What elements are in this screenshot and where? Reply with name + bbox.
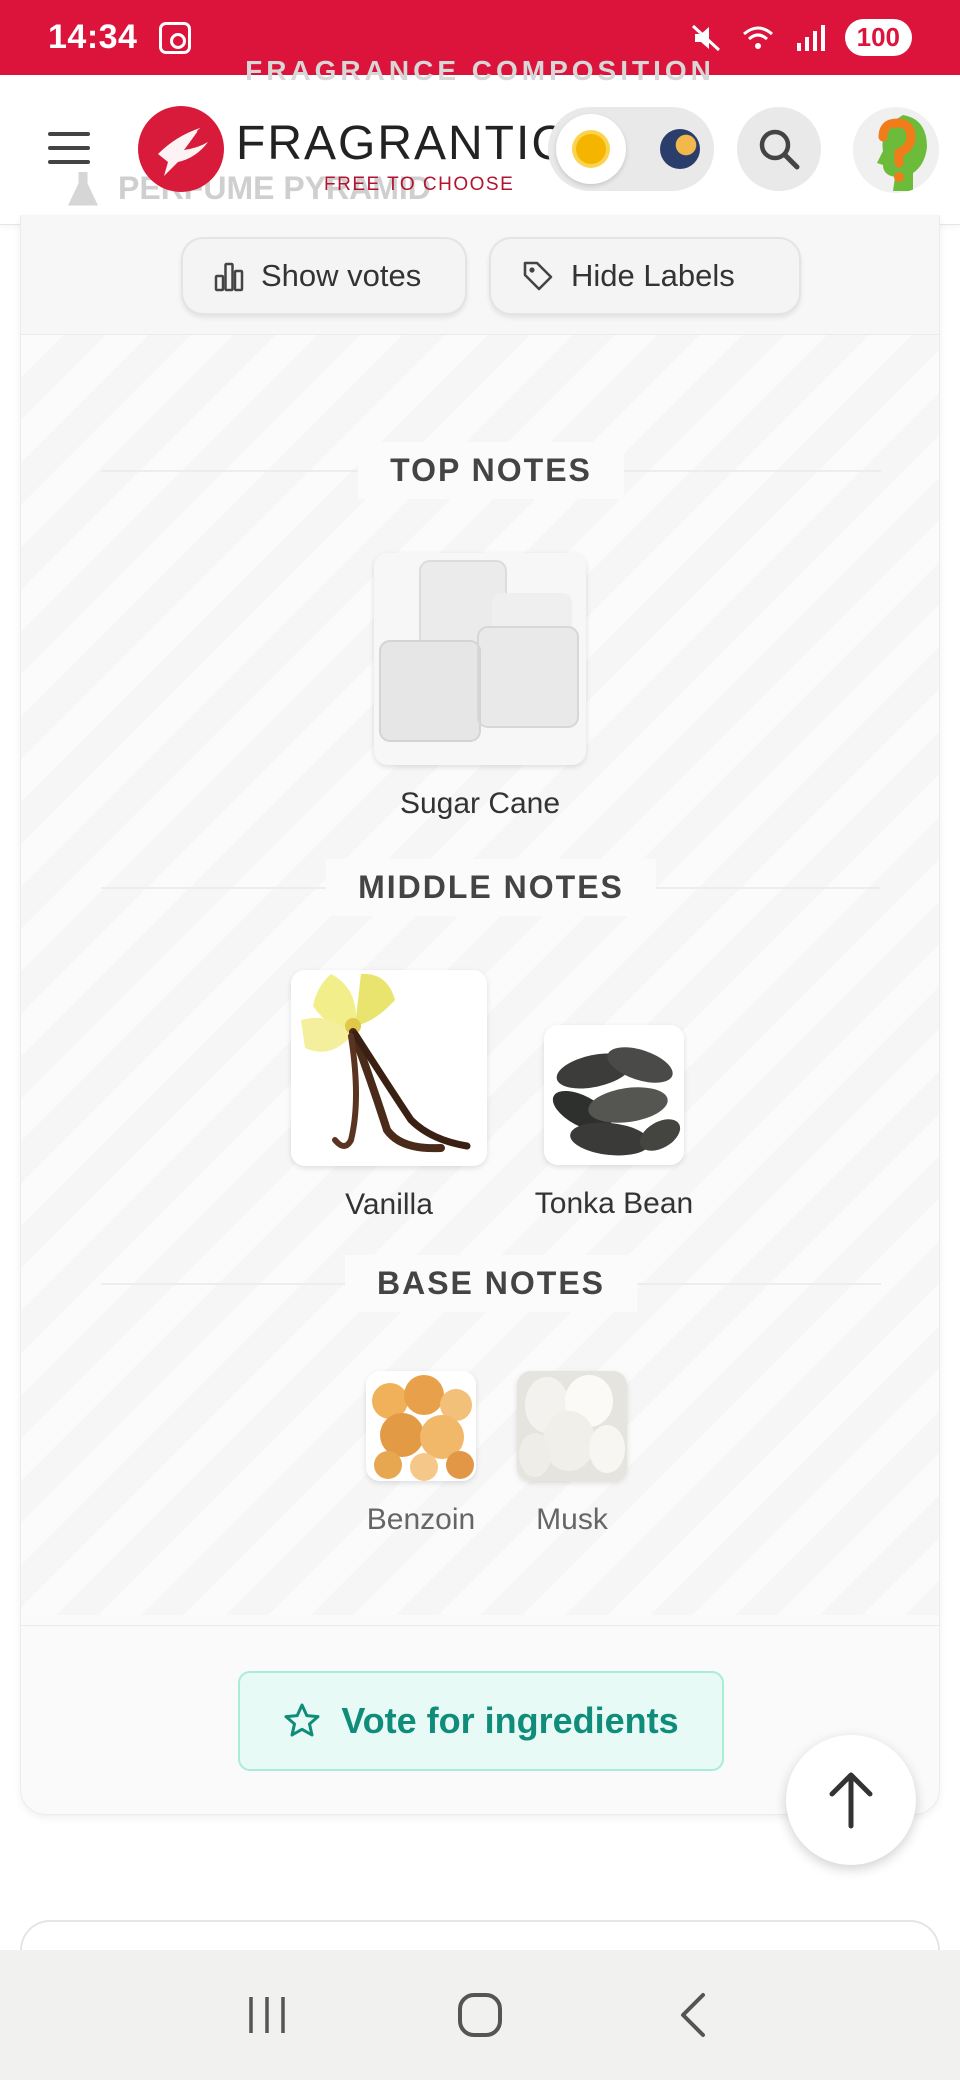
top-notes-heading: TOP NOTES bbox=[101, 440, 881, 500]
bar-chart-icon bbox=[214, 262, 244, 292]
note-label: Sugar Cane bbox=[399, 787, 561, 820]
mute-icon bbox=[691, 24, 720, 51]
status-icons: 100 bbox=[689, 19, 912, 56]
sun-icon bbox=[556, 114, 626, 184]
search-icon bbox=[759, 129, 800, 170]
search-button[interactable] bbox=[737, 107, 821, 191]
note-vanilla[interactable]: Vanilla bbox=[291, 970, 487, 1222]
benzoin-image bbox=[366, 1371, 476, 1481]
hummingbird-logo-icon[interactable] bbox=[138, 106, 224, 192]
musk-image bbox=[517, 1371, 627, 1481]
signal-icon bbox=[796, 24, 825, 51]
middle-notes-title: MIDDLE NOTES bbox=[326, 858, 656, 916]
note-label: Benzoin bbox=[366, 1503, 476, 1536]
top-notes-title: TOP NOTES bbox=[358, 441, 624, 499]
show-votes-button[interactable]: Show votes bbox=[181, 237, 467, 315]
home-icon bbox=[457, 1993, 502, 2037]
note-sugar-cane[interactable]: Sugar Cane bbox=[374, 553, 586, 821]
middle-notes-heading: MIDDLE NOTES bbox=[101, 857, 881, 917]
vote-label: Vote for ingredients bbox=[341, 1700, 679, 1741]
note-label: Musk bbox=[536, 1503, 608, 1536]
flask-icon bbox=[68, 171, 98, 206]
logo-tagline: FREE TO CHOOSE bbox=[324, 174, 515, 195]
base-notes-heading: BASE NOTES bbox=[101, 1253, 881, 1313]
screenshot-icon bbox=[159, 21, 192, 54]
show-votes-label: Show votes bbox=[261, 258, 422, 293]
sugar-cane-image bbox=[374, 553, 586, 765]
note-musk[interactable]: Musk bbox=[512, 1371, 632, 1537]
perfume-pyramid: TOP NOTES Sugar Cane MIDDLE NOTES Vanill… bbox=[21, 335, 939, 1615]
recent-apps-button[interactable] bbox=[227, 1975, 307, 2055]
status-time: 14:34 bbox=[48, 18, 138, 56]
theme-toggle[interactable] bbox=[548, 107, 714, 191]
fragrance-composition-card: Show votes Hide Labels TOP NOTES Sugar C… bbox=[20, 215, 940, 1815]
system-nav-bar bbox=[0, 1950, 960, 2080]
vanilla-image bbox=[291, 970, 487, 1166]
back-button[interactable] bbox=[653, 1975, 733, 2055]
faded-section-title: FRAGRANCE COMPOSITION bbox=[245, 55, 715, 86]
moon-icon bbox=[660, 129, 700, 169]
home-button[interactable] bbox=[440, 1975, 520, 2055]
back-icon bbox=[681, 1993, 706, 2037]
note-label: Tonka Bean bbox=[534, 1187, 694, 1220]
hide-labels-button[interactable]: Hide Labels bbox=[489, 237, 801, 315]
note-label: Vanilla bbox=[345, 1188, 433, 1221]
arrow-up-icon bbox=[829, 1772, 873, 1829]
pyramid-toolbar: Show votes Hide Labels bbox=[21, 215, 939, 335]
menu-icon[interactable] bbox=[48, 132, 90, 164]
profile-question-icon bbox=[877, 115, 927, 191]
recent-apps-icon bbox=[248, 1997, 285, 2033]
note-tonka-bean[interactable]: Tonka Bean bbox=[524, 1025, 704, 1221]
vote-for-ingredients-button[interactable]: Vote for ingredients bbox=[238, 1671, 724, 1771]
base-notes-title: BASE NOTES bbox=[344, 1254, 638, 1312]
battery-indicator: 100 bbox=[844, 19, 912, 56]
star-icon bbox=[284, 1703, 320, 1737]
tag-icon bbox=[523, 261, 553, 291]
note-benzoin[interactable]: Benzoin bbox=[356, 1371, 486, 1537]
tonka-bean-image bbox=[544, 1025, 684, 1165]
scroll-to-top-button[interactable] bbox=[786, 1735, 916, 1865]
wifi-icon bbox=[742, 26, 773, 49]
hide-labels-label: Hide Labels bbox=[571, 258, 735, 293]
logo-text[interactable]: FRAGRANTICA bbox=[236, 116, 602, 171]
avatar[interactable] bbox=[853, 107, 939, 193]
